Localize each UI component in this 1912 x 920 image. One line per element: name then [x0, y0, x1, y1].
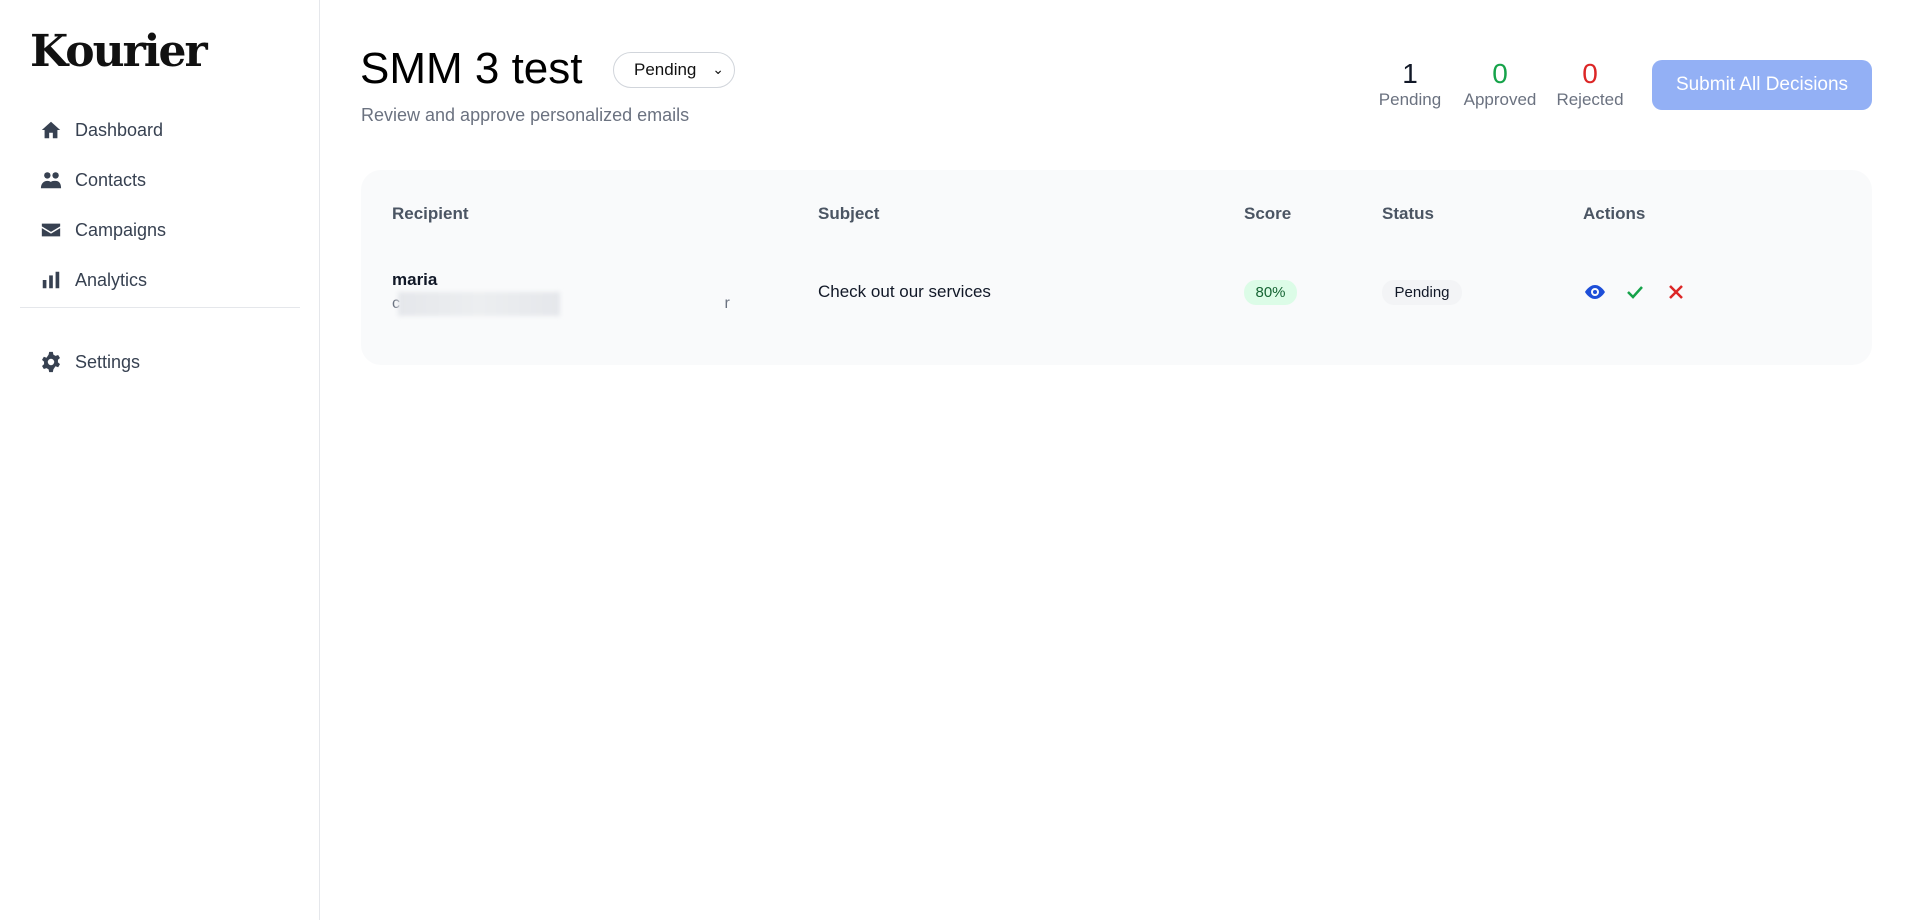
users-icon — [40, 172, 62, 189]
chevron-down-icon: ⌄ — [712, 61, 724, 77]
column-header-status: Status — [1382, 204, 1434, 223]
sidebar-item-label: Dashboard — [75, 119, 164, 140]
sidebar-item-label: Settings — [75, 351, 141, 372]
submit-all-decisions-button[interactable]: Submit All Decisions — [1652, 60, 1872, 110]
status-filter-value: Pending — [634, 60, 697, 79]
sidebar-item-label: Analytics — [75, 269, 148, 290]
recipient-name: maria — [392, 270, 438, 289]
column-header-recipient: Recipient — [392, 204, 469, 223]
column-header-actions: Actions — [1583, 204, 1646, 223]
column-header-score: Score — [1244, 204, 1292, 223]
score-badge: 80% — [1244, 280, 1297, 305]
sidebar-item-label: Campaigns — [75, 219, 167, 240]
stat-rejected: 0 Rejected — [1535, 56, 1645, 110]
sidebar-item-contacts[interactable]: Contacts — [40, 164, 146, 196]
email-subject: Check out our services — [818, 282, 991, 301]
stat-label: Rejected — [1556, 90, 1624, 109]
page-subtitle: Review and approve personalized emails — [361, 105, 690, 125]
bar-chart-icon — [42, 271, 60, 289]
email-redaction — [398, 292, 560, 316]
logo[interactable]: Kourier — [30, 26, 208, 77]
sidebar-item-label: Contacts — [75, 169, 147, 190]
gear-icon — [42, 351, 60, 373]
sidebar-item-settings[interactable]: Settings — [40, 346, 140, 378]
stat-value: 0 — [1582, 58, 1598, 89]
emails-table — [361, 170, 1872, 365]
sidebar-item-campaigns[interactable]: Campaigns — [40, 214, 166, 246]
envelope-icon — [41, 223, 61, 237]
sidebar-item-analytics[interactable]: Analytics — [40, 264, 147, 296]
eye-icon[interactable] — [1583, 280, 1607, 304]
status-badge: Pending — [1382, 280, 1462, 305]
home-icon — [41, 121, 61, 139]
sidebar-divider — [20, 307, 300, 308]
column-header-subject: Subject — [818, 204, 880, 223]
check-icon[interactable] — [1623, 280, 1647, 304]
sidebar: Kourier Dashboard Contacts Campaigns Ana… — [0, 0, 320, 920]
sidebar-item-dashboard[interactable]: Dashboard — [40, 114, 163, 146]
page-title: SMM 3 test — [360, 44, 583, 93]
close-icon[interactable] — [1664, 280, 1688, 304]
status-filter-select[interactable]: Pending ⌄ — [613, 52, 735, 88]
